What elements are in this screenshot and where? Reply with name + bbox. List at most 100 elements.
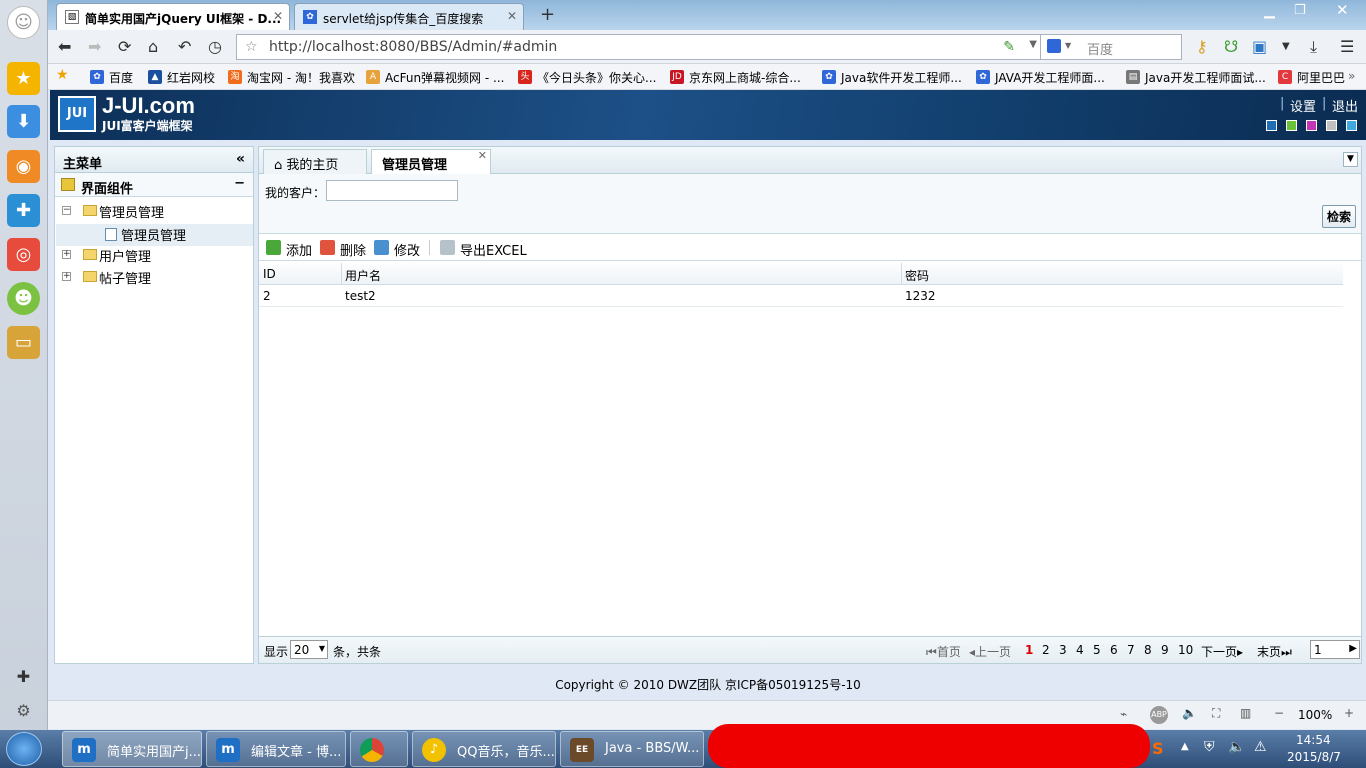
page-number[interactable]: 9	[1161, 643, 1169, 657]
download-icon[interactable]: ⤓	[1310, 37, 1317, 57]
page-number[interactable]: 8	[1144, 643, 1152, 657]
screenshot-icon[interactable]: ▣	[1252, 37, 1267, 56]
taskbar-item[interactable]: EE Java - BBS/W...	[560, 731, 704, 767]
export-excel-button[interactable]: 导出EXCEL	[440, 240, 527, 259]
logout-link[interactable]: 退出	[1332, 96, 1358, 115]
chevron-down-icon[interactable]: ▼	[1065, 41, 1071, 50]
close-tab-icon[interactable]: ✕	[507, 9, 517, 23]
bookmark-item[interactable]: 头《今日头条》你关心...	[518, 69, 656, 86]
download-icon[interactable]: ⬇	[7, 105, 40, 138]
close-tab-icon[interactable]: ✕	[478, 149, 487, 162]
customer-input[interactable]	[326, 180, 458, 201]
bookmark-item[interactable]: ✿ JAVA开发工程师面...	[976, 69, 1105, 86]
dropdown-icon[interactable]: ▼	[1029, 39, 1037, 50]
start-button[interactable]	[6, 732, 42, 766]
adblock-icon[interactable]: ABP	[1150, 706, 1168, 724]
undo-icon[interactable]: ↶	[178, 37, 191, 56]
bookmark-item[interactable]: JD 京东网上商城-综合...	[670, 69, 801, 86]
page-number[interactable]: 4	[1076, 643, 1084, 657]
refresh-icon[interactable]: ⟳	[118, 37, 131, 56]
user-icon[interactable]: ☋	[1224, 37, 1238, 56]
page-number[interactable]: 10	[1178, 643, 1193, 657]
theme-swatch[interactable]	[1326, 120, 1337, 131]
bookmark-item[interactable]: ▤ Java开发工程师面试...	[1126, 69, 1266, 86]
clock-time[interactable]: 14:54	[1296, 733, 1331, 747]
bookmark-item[interactable]: A AcFun弹幕视频网 - ...	[366, 69, 504, 86]
forward-icon[interactable]: ➡	[88, 37, 101, 56]
search-box[interactable]: ▼ 百度	[1040, 34, 1182, 60]
column-header-username[interactable]: 用户名	[345, 267, 381, 284]
new-tab-icon[interactable]: +	[540, 4, 555, 25]
minimize-icon[interactable]: ▁	[1264, 3, 1275, 19]
goto-page-input[interactable]: 1 ▶	[1310, 640, 1360, 659]
zoom-out-icon[interactable]: −	[1274, 706, 1284, 720]
gamepad-icon[interactable]: ✚	[7, 194, 40, 227]
bookmark-item[interactable]: ✿ 百度	[90, 69, 133, 86]
taskbar-item[interactable]: m 编辑文章 - 博...	[206, 731, 346, 767]
tree-collapse-icon[interactable]: −	[62, 206, 71, 215]
shield-icon[interactable]: ⛨	[1204, 739, 1215, 755]
home-icon[interactable]: ⌂	[148, 37, 158, 56]
tray-expand-icon[interactable]: ▲	[1181, 741, 1189, 752]
bookmark-item[interactable]: ▲ 红岩网校	[148, 69, 215, 86]
column-header-password[interactable]: 密码	[905, 267, 929, 284]
minus-icon[interactable]: −	[234, 176, 245, 191]
back-icon[interactable]: ⬅	[58, 37, 71, 56]
sogou-icon[interactable]: S	[1152, 739, 1164, 758]
tab-list-chevron-icon[interactable]: ▼	[1343, 152, 1358, 167]
star-icon[interactable]: ★	[7, 62, 40, 95]
theme-swatch[interactable]	[1266, 120, 1277, 131]
close-window-icon[interactable]: ✕	[1336, 1, 1349, 19]
search-button[interactable]: 检索	[1321, 205, 1356, 228]
emoji-icon[interactable]: ☻	[7, 282, 40, 315]
favorites-star-icon[interactable]: ★	[56, 67, 69, 83]
address-bar[interactable]: ☆ http://localhost:8080/BBS/Admin/#admin…	[236, 34, 1046, 60]
bookmark-star-icon[interactable]: ☆	[245, 39, 258, 55]
page-number[interactable]: 3	[1059, 643, 1067, 657]
next-page-link[interactable]: 下一页▸	[1201, 643, 1243, 660]
tab-admin[interactable]: 管理员管理 ✕	[371, 149, 491, 175]
theme-swatch[interactable]	[1346, 120, 1357, 131]
bookmark-item[interactable]: C 阿里巴巴	[1278, 69, 1345, 86]
history-icon[interactable]: ◷	[208, 37, 222, 56]
tree-node-posts[interactable]: 帖子管理	[99, 268, 151, 287]
taskbar-item[interactable]: m 简单实用国产j...	[62, 731, 202, 767]
theme-swatch[interactable]	[1306, 120, 1317, 131]
tree-node-users[interactable]: 用户管理	[99, 246, 151, 265]
accordion-header[interactable]: 界面组件 −	[55, 173, 253, 197]
tree-node-admin[interactable]: 管理员管理	[99, 202, 164, 221]
network-icon[interactable]: ⚠	[1254, 739, 1267, 755]
page-number[interactable]: 6	[1110, 643, 1118, 657]
add-icon[interactable]: ✚	[7, 660, 40, 693]
smiley-icon[interactable]: ☺	[7, 6, 40, 39]
browser-tab-active[interactable]: ▧ 简单实用国产jQuery UI框架 - D... ✕	[56, 3, 290, 30]
zoom-level[interactable]: 100%	[1298, 708, 1332, 722]
delete-button[interactable]: 删除	[320, 240, 366, 259]
clock-date[interactable]: 2015/8/7	[1287, 750, 1341, 764]
column-header-id[interactable]: ID	[263, 267, 276, 281]
more-bookmarks-icon[interactable]: »	[1348, 69, 1355, 83]
menu-icon[interactable]: ☰	[1340, 37, 1354, 56]
browser-tab[interactable]: ✿ servlet给jsp传集合_百度搜索 ✕	[294, 3, 524, 30]
bookmark-item[interactable]: 淘淘宝网 - 淘！我喜欢	[228, 69, 355, 86]
fullscreen-icon[interactable]: ⛶	[1212, 706, 1220, 721]
volume-icon[interactable]: 🔈	[1228, 739, 1245, 755]
bookmark-item[interactable]: ✿ Java软件开发工程师...	[822, 69, 962, 86]
tree-leaf-admin[interactable]: 管理员管理	[121, 225, 186, 244]
go-arrow-icon[interactable]: ▶	[1349, 643, 1357, 654]
settings-gear-icon[interactable]: ⚙	[7, 694, 40, 727]
split-view-icon[interactable]: ▥	[1240, 706, 1251, 720]
page-number[interactable]: 7	[1127, 643, 1135, 657]
volume-icon[interactable]: 🔈	[1182, 706, 1197, 720]
pulse-icon[interactable]: ⌁	[1120, 707, 1127, 721]
last-page-link[interactable]: 末页⏭	[1257, 643, 1292, 660]
key-icon[interactable]: ⚷	[1196, 37, 1208, 56]
restore-icon[interactable]: ❐	[1294, 3, 1306, 18]
taskbar-item-chrome[interactable]	[350, 731, 408, 767]
tree-expand-icon[interactable]: +	[62, 272, 71, 281]
weibo-icon[interactable]: ◎	[7, 238, 40, 271]
page-number-current[interactable]: 1	[1025, 643, 1033, 657]
chevron-down-icon[interactable]: ▼	[1282, 41, 1290, 52]
collapse-sidebar-icon[interactable]: «	[236, 151, 245, 167]
edit-button[interactable]: 修改	[374, 240, 420, 259]
